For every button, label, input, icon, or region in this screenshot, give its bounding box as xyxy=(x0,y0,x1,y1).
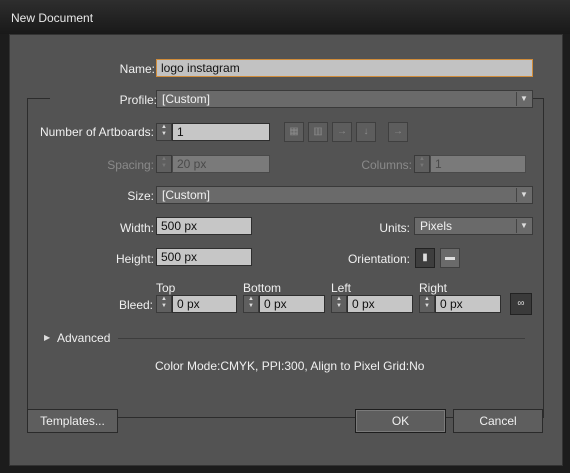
dialog-body: Name: logo instagram Profile: [Custom] ▼… xyxy=(9,34,563,466)
bleed-top-label: Top xyxy=(156,281,176,295)
height-label: Height: xyxy=(115,252,154,266)
bleed-left-stepper[interactable]: ▲ ▼ xyxy=(331,295,347,313)
chevron-down-icon: ▼ xyxy=(516,92,531,106)
artboards-stepper[interactable]: ▲ ▼ xyxy=(156,123,172,141)
bleed-bottom-label: Bottom xyxy=(243,281,282,295)
profile-select-value: [Custom] xyxy=(162,92,211,106)
title-bar[interactable]: New Document xyxy=(0,0,570,34)
bleed-right-label: Right xyxy=(419,281,448,295)
arrange-by-column-icon[interactable]: ↓ xyxy=(356,122,376,142)
units-select-value: Pixels xyxy=(420,219,453,233)
bleed-top-input[interactable]: 0 px xyxy=(172,295,237,313)
columns-input[interactable]: 1 xyxy=(430,155,526,173)
advanced-toggle[interactable]: Advanced xyxy=(57,331,110,345)
name-input[interactable]: logo instagram xyxy=(156,59,533,77)
size-select[interactable]: [Custom] ▼ xyxy=(156,186,533,204)
triangle-right-icon[interactable]: ▶ xyxy=(44,333,50,342)
bleed-left-label: Left xyxy=(331,281,352,295)
bleed-bottom-input[interactable]: 0 px xyxy=(259,295,325,313)
height-input[interactable]: 500 px xyxy=(156,248,252,266)
profile-select[interactable]: [Custom] ▼ xyxy=(156,90,533,108)
portrait-icon[interactable]: ▮ xyxy=(415,248,435,268)
bleed-right-stepper[interactable]: ▲ ▼ xyxy=(419,295,435,313)
window-title: New Document xyxy=(11,11,94,25)
landscape-icon[interactable]: ▬ xyxy=(440,248,460,268)
columns-label: Columns: xyxy=(361,158,412,172)
width-input[interactable]: 500 px xyxy=(156,217,252,235)
chain-link-icon[interactable]: ∞ xyxy=(510,293,532,315)
units-select[interactable]: Pixels ▼ xyxy=(414,217,533,235)
grid-by-row-icon[interactable]: ▦ xyxy=(284,122,304,142)
new-document-window: New Document Name: logo instagram Profil… xyxy=(0,0,570,473)
spacing-stepper[interactable]: ▲ ▼ xyxy=(156,155,172,173)
bleed-top-stepper[interactable]: ▲ ▼ xyxy=(156,295,172,313)
arrange-by-row-icon[interactable]: → xyxy=(332,122,352,142)
width-label: Width: xyxy=(119,221,154,235)
size-select-value: [Custom] xyxy=(162,188,211,202)
chevron-down-icon: ▼ xyxy=(516,219,531,233)
orientation-label: Orientation: xyxy=(347,252,410,266)
document-summary: Color Mode:CMYK, PPI:300, Align to Pixel… xyxy=(155,359,425,373)
spacing-label: Spacing: xyxy=(107,158,154,172)
spacing-input[interactable]: 20 px xyxy=(172,155,270,173)
name-label: Name: xyxy=(119,62,155,76)
cancel-button[interactable]: Cancel xyxy=(453,409,543,433)
artboards-input[interactable]: 1 xyxy=(172,123,270,141)
profile-label: Profile: xyxy=(50,93,157,107)
columns-stepper[interactable]: ▲ ▼ xyxy=(414,155,430,173)
ok-button[interactable]: OK xyxy=(355,409,446,433)
right-to-left-icon[interactable]: → xyxy=(388,122,408,142)
bleed-bottom-stepper[interactable]: ▲ ▼ xyxy=(243,295,259,313)
chevron-down-icon: ▼ xyxy=(516,188,531,202)
grid-by-column-icon[interactable]: ▥ xyxy=(308,122,328,142)
units-label: Units: xyxy=(379,221,410,235)
templates-button[interactable]: Templates... xyxy=(27,409,118,433)
artboards-label: Number of Artboards: xyxy=(39,125,154,139)
bleed-label: Bleed: xyxy=(118,298,153,312)
bleed-right-input[interactable]: 0 px xyxy=(435,295,501,313)
size-label: Size: xyxy=(127,189,154,203)
advanced-divider xyxy=(118,338,525,339)
bleed-left-input[interactable]: 0 px xyxy=(347,295,413,313)
